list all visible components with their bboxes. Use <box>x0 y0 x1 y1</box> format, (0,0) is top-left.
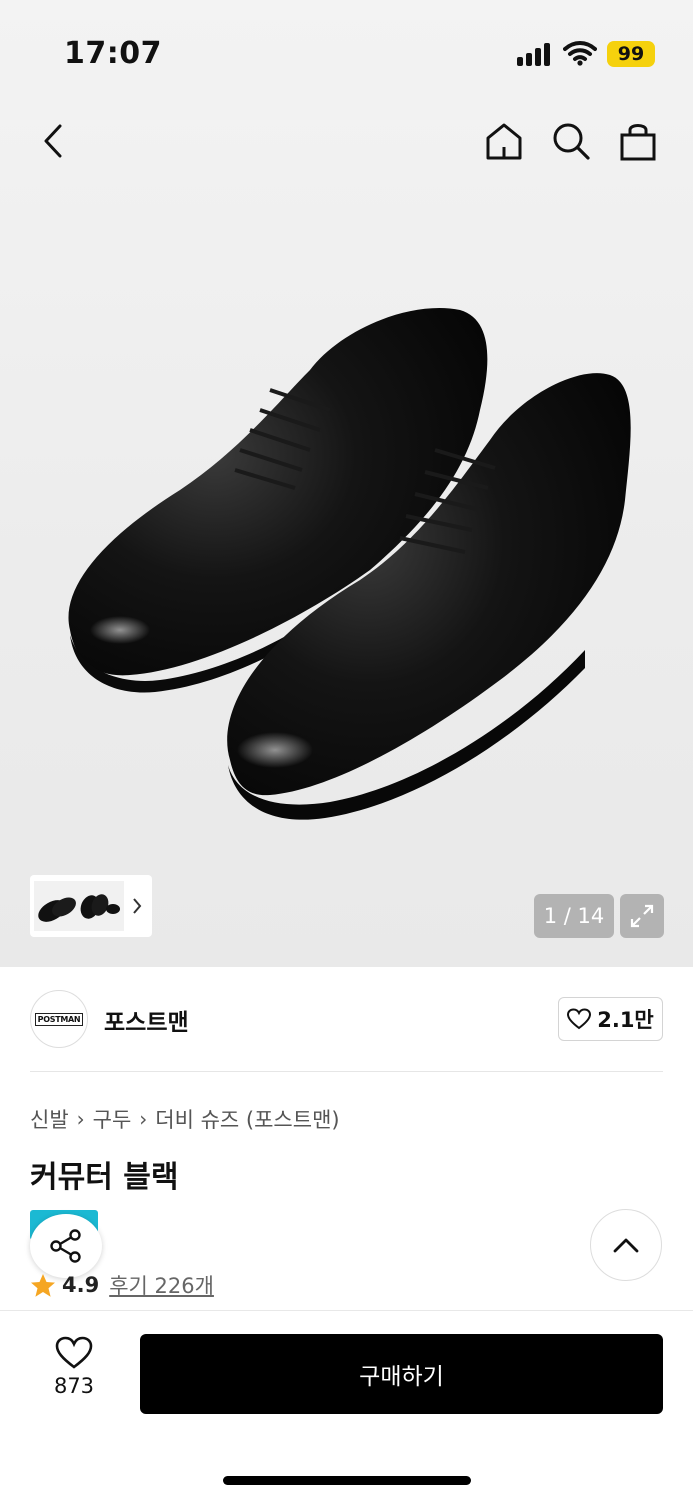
battery-icon: 99 <box>607 41 655 67</box>
breadcrumb-item-derby[interactable]: 더비 슈즈 (포스트맨) <box>155 1104 339 1134</box>
brand-name[interactable]: 포스트맨 <box>104 1003 189 1037</box>
back-button[interactable] <box>30 118 76 164</box>
heart-icon <box>55 1336 93 1369</box>
breadcrumb-item-dress-shoes[interactable]: 구두 <box>93 1104 132 1134</box>
thumbnail-strip-button[interactable] <box>30 875 152 937</box>
wishlist-button[interactable]: 873 <box>30 1336 118 1408</box>
brand-like-button[interactable]: 2.1만 <box>558 997 663 1041</box>
expand-button[interactable] <box>620 894 664 938</box>
chevron-left-icon <box>44 124 62 158</box>
image-counter: 1 / 14 <box>534 894 614 938</box>
product-image[interactable] <box>40 290 660 830</box>
expand-icon <box>630 904 654 928</box>
product-title: 커뮤터 블랙 <box>30 1160 179 1195</box>
rating-row: 4.9 후기 226개 <box>30 1270 214 1300</box>
chevron-right-icon <box>133 898 142 914</box>
share-button[interactable] <box>30 1214 102 1278</box>
chevron-right-icon: › <box>76 1107 85 1131</box>
chevron-right-icon: › <box>139 1107 148 1131</box>
cellular-signal-icon <box>517 42 553 66</box>
rating-score: 4.9 <box>62 1273 100 1297</box>
search-button[interactable] <box>548 118 594 164</box>
share-icon <box>50 1229 81 1263</box>
status-time: 17:07 <box>64 36 162 71</box>
brand-like-count: 2.1만 <box>597 1008 654 1032</box>
brand-logo[interactable]: POSTMAN <box>30 990 88 1048</box>
home-icon <box>486 123 522 160</box>
cart-button[interactable] <box>615 118 661 164</box>
divider <box>30 1071 663 1072</box>
breadcrumb-item-shoes[interactable]: 신발 <box>30 1104 69 1134</box>
brand-logo-text: POSTMAN <box>34 1012 84 1026</box>
chevron-up-icon <box>613 1238 639 1253</box>
breadcrumb: 신발 › 구두 › 더비 슈즈 (포스트맨) <box>30 1104 340 1134</box>
review-link[interactable]: 후기 226개 <box>109 1270 214 1300</box>
home-indicator <box>223 1476 471 1485</box>
home-button[interactable] <box>481 118 527 164</box>
search-icon <box>553 123 590 160</box>
shopping-bag-icon <box>620 124 656 161</box>
star-icon <box>31 1273 55 1297</box>
scroll-top-button[interactable] <box>590 1209 662 1281</box>
wishlist-count: 873 <box>53 1374 95 1398</box>
wifi-icon <box>563 40 597 66</box>
buy-button[interactable]: 구매하기 <box>140 1334 663 1414</box>
heart-icon <box>567 1008 592 1030</box>
